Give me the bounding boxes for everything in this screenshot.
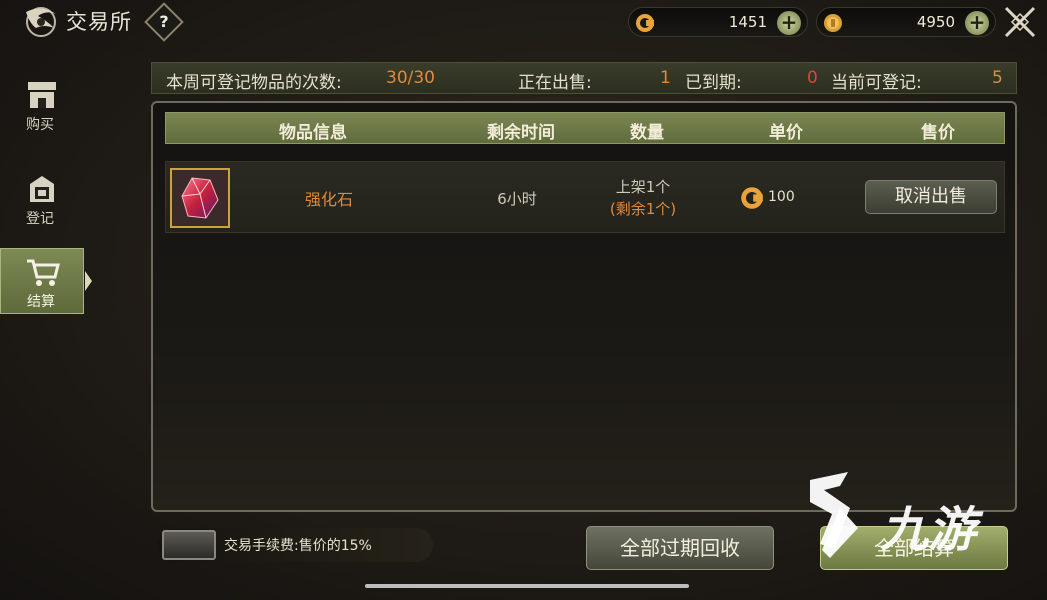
item-name: 强化石	[304, 190, 354, 209]
add-gems-button[interactable]: +	[777, 11, 801, 35]
stats-bar: 本周可登记物品的次数: 30/30 正在出售: 1 已到期: 0 当前可登记: …	[151, 62, 1017, 94]
sidebar-item-label: 登记	[26, 211, 54, 227]
gem-coin-icon	[636, 14, 654, 32]
column-header-sale-price: 售价	[921, 123, 955, 143]
gem-amount: 1451	[728, 13, 767, 31]
quantity-listed: 上架1个	[615, 178, 671, 196]
close-icon[interactable]	[1002, 4, 1038, 40]
currency-gems: 1451 +	[628, 7, 808, 37]
available-value: 5	[992, 68, 1003, 88]
trade-ticket-icon	[162, 530, 216, 560]
sidebar-item-register[interactable]: 登记	[0, 166, 84, 232]
weekly-value: 30/30	[386, 68, 435, 88]
quantity-remaining: (剩余1个)	[609, 200, 677, 218]
listing-panel: 物品信息 剩余时间 数量 单价 售价 强化石 6小时 上架1个 (剩余1个) 1…	[151, 101, 1017, 512]
help-button[interactable]: ?	[144, 2, 184, 42]
page-title: 交易所	[66, 10, 132, 34]
recycle-all-expired-button[interactable]: 全部过期回收	[586, 526, 774, 570]
table-header: 物品信息 剩余时间 数量 单价 售价	[165, 112, 1005, 144]
column-header-item: 物品信息	[279, 123, 347, 143]
sidebar-item-settle[interactable]: 结算	[0, 248, 92, 314]
active-indicator	[85, 271, 92, 291]
sidebar-item-label: 购买	[26, 117, 54, 133]
quantity: 上架1个 (剩余1个)	[610, 176, 676, 220]
sidebar-item-label: 结算	[27, 294, 55, 310]
shop-icon	[28, 82, 56, 108]
column-header-time: 剩余时间	[487, 123, 555, 143]
unit-price-value: 100	[768, 189, 795, 205]
home-indicator	[365, 584, 689, 588]
available-label: 当前可登记:	[831, 73, 922, 93]
gold-amount: 4950	[916, 13, 955, 31]
selling-value: 1	[660, 68, 671, 88]
watermark-text: 九游	[880, 502, 977, 558]
selling-label: 正在出售:	[518, 73, 592, 93]
sidebar-item-buy[interactable]: 购买	[0, 72, 84, 138]
dragon-emblem-icon	[26, 7, 56, 37]
expired-label: 已到期:	[685, 73, 742, 93]
red-crystal-icon[interactable]	[170, 168, 230, 228]
expired-value: 0	[807, 68, 818, 88]
gold-coin-icon	[824, 14, 842, 32]
time-remaining: 6小时	[497, 190, 537, 208]
gem-coin-icon	[741, 187, 763, 209]
table-row[interactable]: 强化石 6小时 上架1个 (剩余1个) 100 取消出售	[165, 161, 1005, 233]
cart-icon	[27, 259, 60, 286]
fee-info: 交易手续费:售价的15%	[158, 528, 433, 562]
top-bar: 交易所 ? 1451 + 4950 +	[0, 0, 1047, 44]
help-label: ?	[159, 12, 169, 31]
currency-gold: 4950 +	[816, 7, 996, 37]
column-header-quantity: 数量	[630, 123, 664, 143]
fee-text: 交易手续费:售价的15%	[224, 538, 372, 554]
weekly-label: 本周可登记物品的次数:	[166, 73, 342, 93]
add-gold-button[interactable]: +	[965, 11, 989, 35]
cancel-sale-button[interactable]: 取消出售	[865, 180, 997, 214]
column-header-unit-price: 单价	[769, 123, 803, 143]
register-icon	[30, 176, 54, 202]
